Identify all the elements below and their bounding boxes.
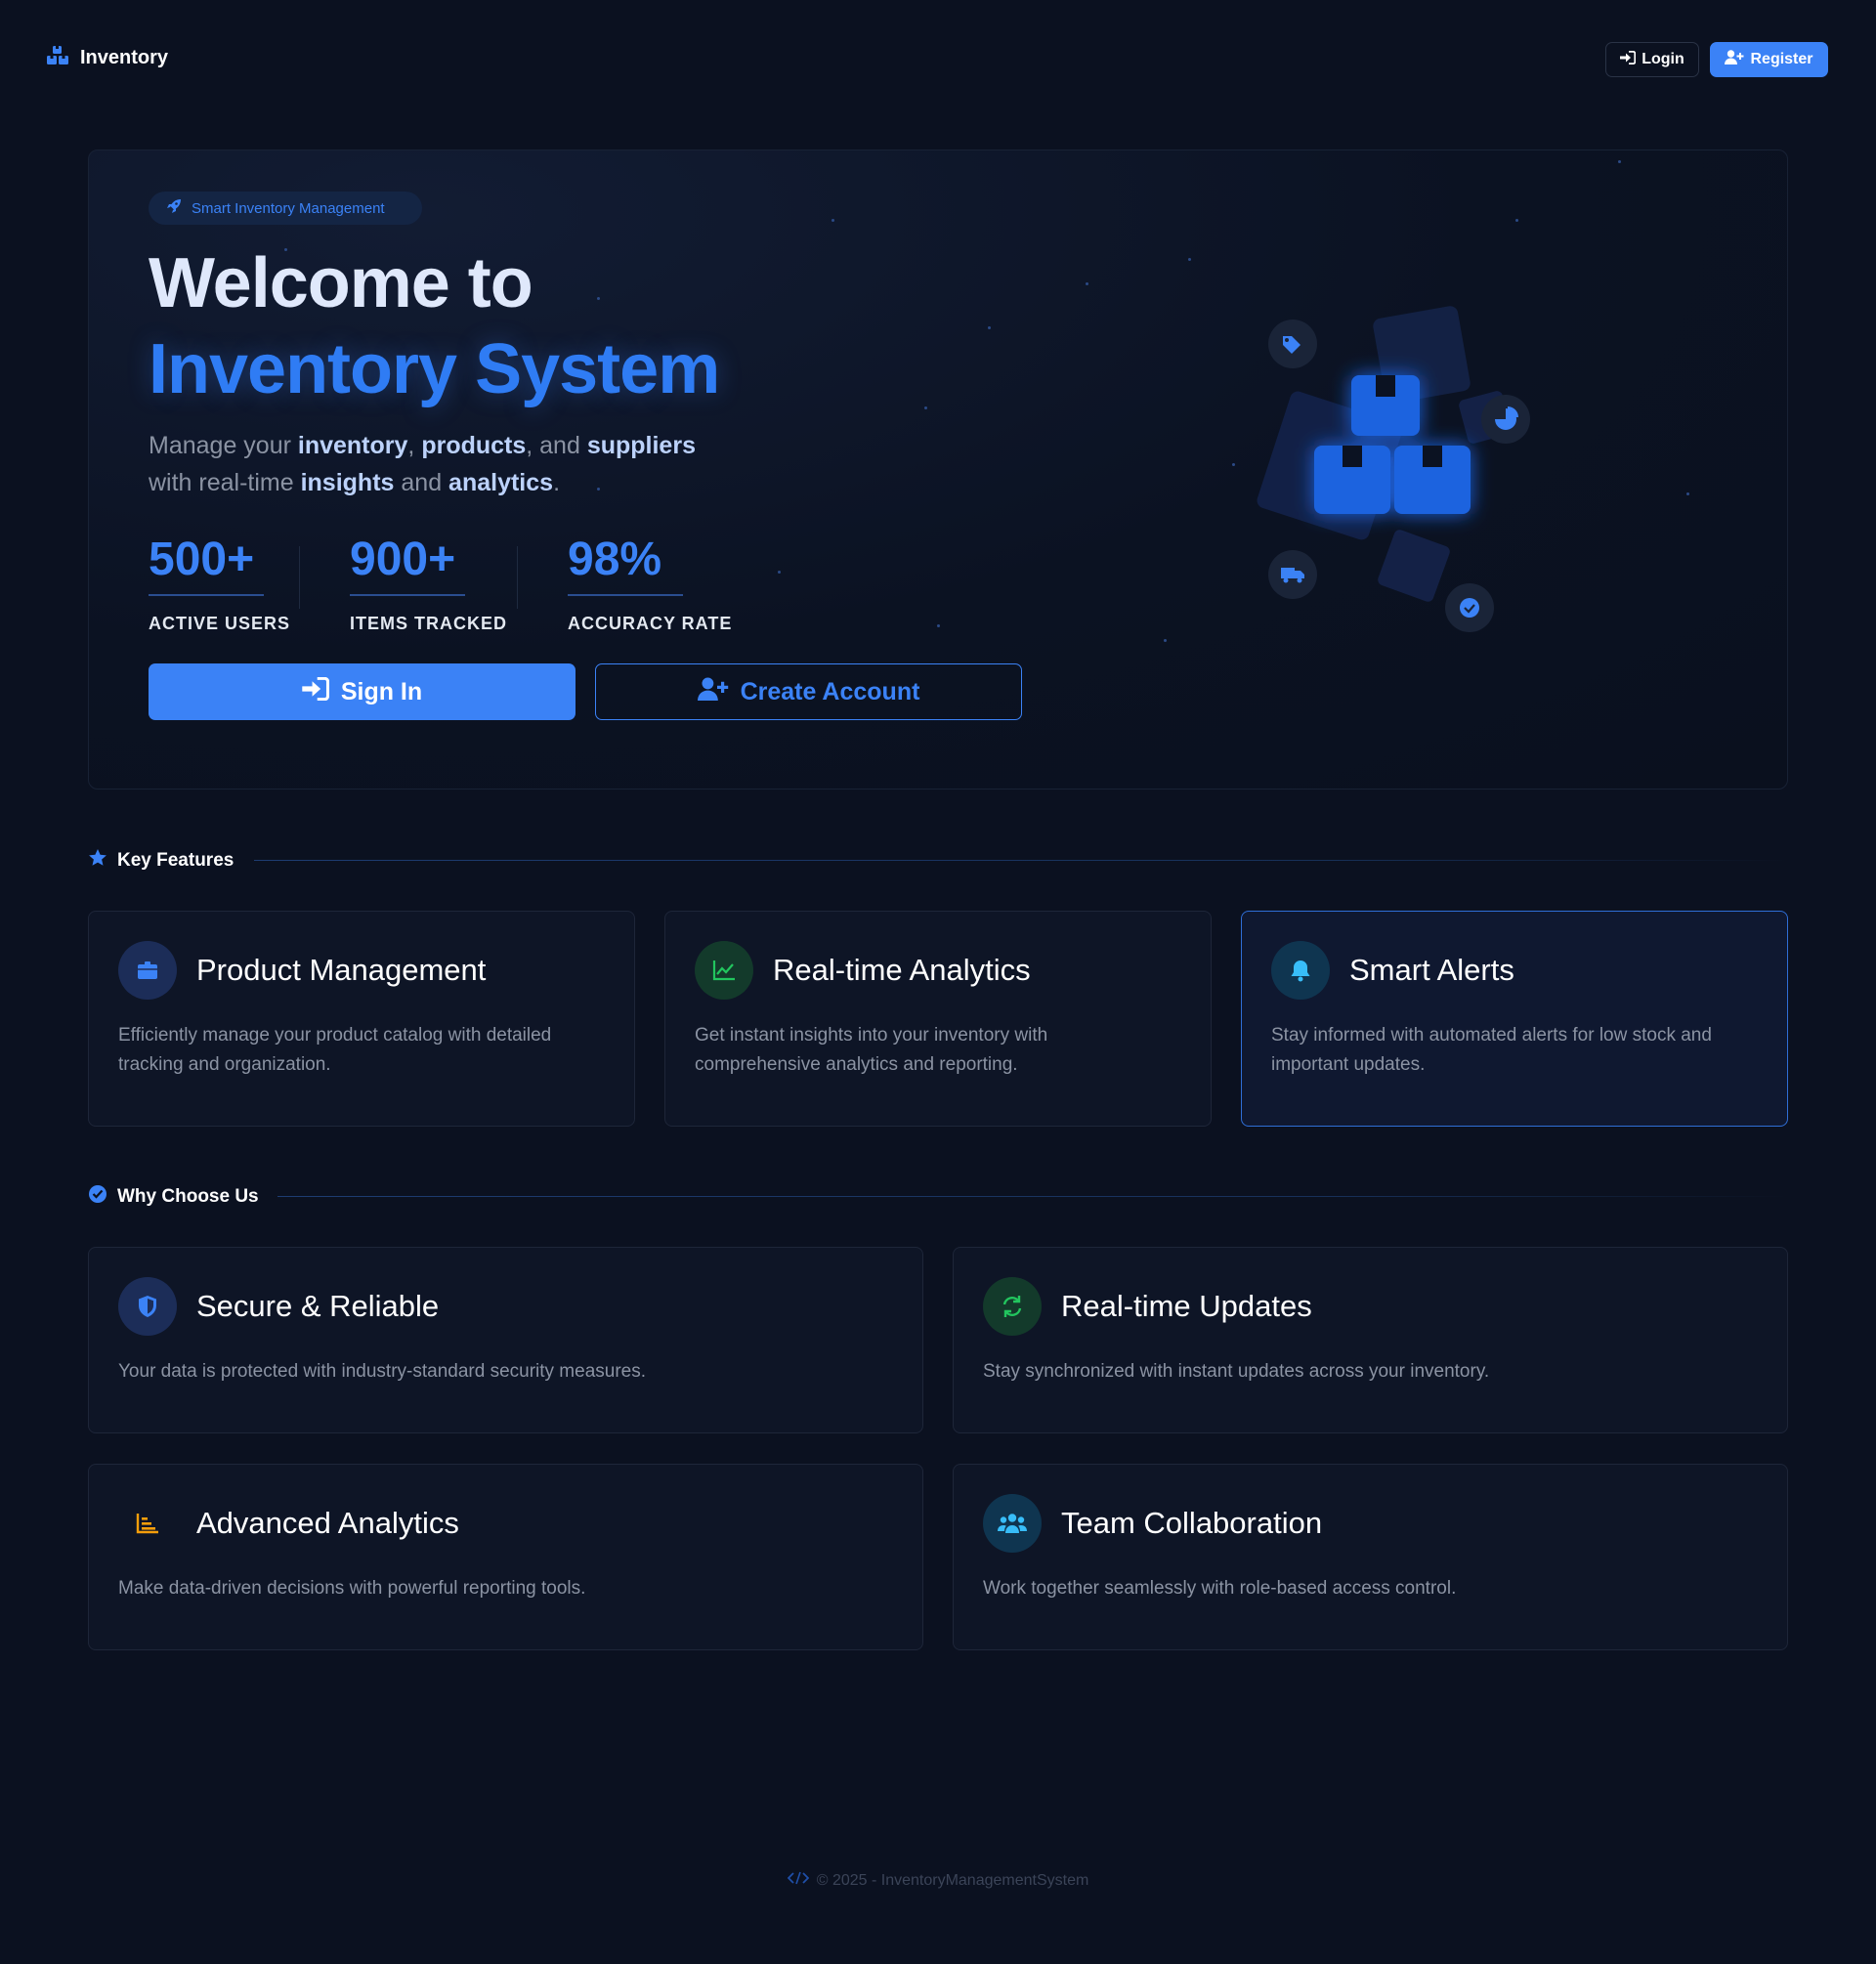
hero-subtitle: Manage your inventory, products, and sup… [149,427,832,501]
stat-accuracy-rate: 98% ACCURACY RATE [568,533,732,634]
users-icon [983,1494,1042,1553]
chart-line-icon [695,941,753,1000]
card-description: Stay synchronized with instant updates a… [983,1361,1490,1382]
card-title: Product Management [196,953,487,987]
subtitle-keyword-products: products [421,432,527,459]
stat-underline [568,594,683,596]
brand-name: Inventory [80,47,169,68]
login-button[interactable]: Login [1605,42,1699,77]
section-title: Key Features [117,849,234,871]
footer: © 2025 - InventoryManagementSystem [0,1871,1876,1890]
card-title: Team Collaboration [1061,1506,1323,1540]
user-plus-icon [1725,50,1744,69]
hero-section: Smart Inventory Management Welcome to In… [88,149,1788,790]
stat-divider [299,546,300,609]
create-account-label: Create Account [740,677,920,705]
bell-icon [1271,941,1330,1000]
subtitle-text: . [553,469,561,496]
stat-items-tracked: 900+ ITEMS TRACKED [350,533,507,634]
bar-chart-icon [118,1494,177,1553]
top-navbar: Inventory Login Register [0,0,1876,119]
stat-label: ACTIVE USERS [149,614,291,633]
subtitle-text: and [394,469,449,496]
subtitle-keyword-analytics: analytics [448,469,554,496]
subtitle-text: , [407,432,422,459]
hero-title-line1: Welcome to [149,244,533,322]
brand-link[interactable]: Inventory [47,46,168,70]
card-title: Real-time Analytics [773,953,1031,987]
key-features-heading: Key Features [88,848,234,873]
stat-value: 900+ [350,534,456,585]
rocket-icon [166,198,182,218]
card-title: Secure & Reliable [196,1289,440,1323]
feature-card-real-time-analytics: Real-time Analytics Get instant insights… [664,911,1212,1127]
why-choose-us-heading: Why Choose Us [88,1184,259,1209]
section-title: Why Choose Us [117,1185,259,1207]
benefit-card-team-collaboration: Team Collaboration Work together seamles… [953,1464,1788,1650]
benefit-card-real-time-updates: Real-time Updates Stay synchronized with… [953,1247,1788,1433]
badge-text: Smart Inventory Management [192,199,385,217]
box-icon [118,941,177,1000]
subtitle-text: , and [526,432,587,459]
card-title: Advanced Analytics [196,1506,459,1540]
subtitle-keyword-insights: insights [300,469,395,496]
hero-title-line2: Inventory System [149,330,720,408]
subtitle-text: Manage your [149,432,298,459]
smart-inventory-badge: Smart Inventory Management [149,192,422,225]
card-description: Make data-driven decisions with powerful… [118,1578,586,1599]
user-plus-icon [697,676,729,707]
stat-divider [517,546,518,609]
stat-label: ITEMS TRACKED [350,614,507,633]
subtitle-text: with real-time [149,469,301,496]
stat-active-users: 500+ ACTIVE USERS [149,533,290,634]
card-description: Your data is protected with industry-sta… [118,1361,647,1382]
subtitle-keyword-inventory: inventory [297,432,408,459]
sign-in-button[interactable]: Sign In [149,663,576,720]
subtitle-keyword-suppliers: suppliers [586,432,696,459]
code-icon [787,1871,809,1890]
stat-value: 98% [568,534,662,585]
card-description: Work together seamlessly with role-based… [983,1578,1457,1599]
login-label: Login [1642,51,1684,67]
check-circle-icon [88,1184,107,1209]
inventory-illustration [1242,297,1594,668]
feature-card-smart-alerts: Smart Alerts Stay informed with automate… [1241,911,1788,1127]
sign-in-icon [1620,50,1637,69]
feature-card-product-management: Product Management Efficiently manage yo… [88,911,635,1127]
shield-icon [118,1277,177,1336]
stat-value: 500+ [149,534,255,585]
sync-icon [983,1277,1042,1336]
sign-in-icon [302,676,329,707]
benefit-card-secure-reliable: Secure & Reliable Your data is protected… [88,1247,923,1433]
card-description: Get instant insights into your inventory… [695,1025,1048,1075]
sign-in-label: Sign In [340,677,423,705]
section-divider [277,1196,1788,1197]
stat-label: ACCURACY RATE [568,614,733,633]
card-title: Real-time Updates [1061,1289,1312,1323]
card-description: Efficiently manage your product catalog … [118,1025,552,1075]
benefit-card-advanced-analytics: Advanced Analytics Make data-driven deci… [88,1464,923,1650]
boxes-logo-icon [47,46,68,70]
star-icon [88,848,107,873]
create-account-button[interactable]: Create Account [595,663,1022,720]
stat-underline [350,594,465,596]
card-description: Stay informed with automated alerts for … [1271,1025,1712,1075]
stat-underline [149,594,264,596]
card-title: Smart Alerts [1349,953,1514,987]
section-divider [254,860,1788,861]
register-button[interactable]: Register [1710,42,1828,77]
copyright-text: © 2025 - InventoryManagementSystem [816,1871,1089,1889]
register-label: Register [1750,51,1813,67]
